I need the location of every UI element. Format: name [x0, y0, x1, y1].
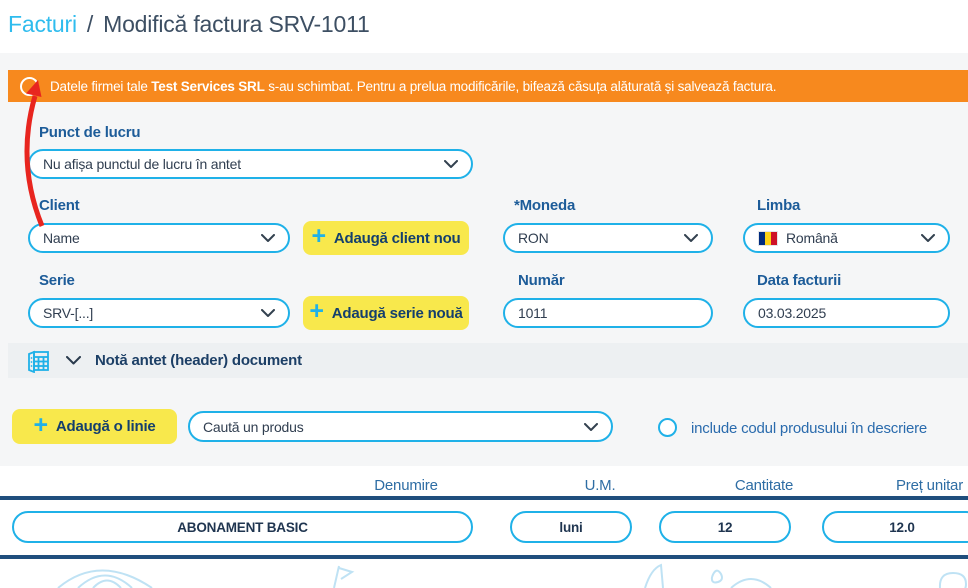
- numar-input[interactable]: 1011: [503, 298, 713, 328]
- company-changed-banner: Datele firmei tale Test Services SRL s-a…: [8, 70, 968, 102]
- chevron-down-icon: [444, 160, 458, 168]
- numar-label: Număr: [518, 272, 565, 289]
- plus-icon: +: [309, 299, 323, 324]
- breadcrumb-facturi-link[interactable]: Facturi: [8, 11, 77, 38]
- include-product-code-radio[interactable]: [658, 418, 677, 437]
- column-header-um: U.M.: [585, 477, 616, 494]
- page-title: Modifică factura SRV-1011: [103, 11, 369, 38]
- row-denumire-input[interactable]: ABONAMENT BASIC: [12, 511, 473, 543]
- row-pret-unitar-input[interactable]: 12.0: [822, 511, 968, 543]
- column-header-pret-unitar: Preț unitar: [896, 477, 963, 494]
- invoice-edit-page: Facturi / Modifică factura SRV-1011 Date…: [0, 0, 968, 588]
- table-row-divider: [0, 555, 968, 559]
- client-select[interactable]: Name: [28, 223, 290, 253]
- serie-label: Serie: [39, 272, 75, 289]
- add-line-button[interactable]: + Adaugă o linie: [12, 409, 177, 444]
- banner-company-name: Test Services SRL: [151, 79, 264, 94]
- add-client-button[interactable]: + Adaugă client nou: [303, 221, 469, 255]
- chevron-down-icon: [584, 423, 598, 431]
- breadcrumb-separator: /: [87, 11, 93, 38]
- limba-label: Limba: [757, 197, 800, 214]
- breadcrumb: Facturi / Modifică factura SRV-1011: [8, 11, 370, 38]
- romania-flag-icon: [758, 231, 778, 246]
- plus-icon: +: [33, 413, 47, 438]
- header-note-label: Notă antet (header) document: [95, 352, 302, 369]
- plus-icon: +: [311, 224, 325, 249]
- chevron-down-icon: [684, 234, 698, 242]
- column-header-denumire: Denumire: [374, 477, 437, 494]
- column-header-cantitate: Cantitate: [735, 477, 793, 494]
- client-label: Client: [39, 197, 79, 214]
- product-search-select[interactable]: Caută un produs: [188, 411, 613, 442]
- chevron-down-icon: [261, 234, 275, 242]
- chevron-down-icon: [261, 309, 275, 317]
- chevron-down-icon: [66, 356, 81, 365]
- chevron-down-icon: [921, 234, 935, 242]
- limba-select[interactable]: Română: [743, 223, 950, 253]
- moneda-label: *Moneda: [514, 197, 575, 214]
- punct-de-lucru-select[interactable]: Nu afișa punctul de lucru în antet: [28, 149, 473, 179]
- banner-checkbox[interactable]: [20, 77, 39, 96]
- header-note-bar[interactable]: Notă antet (header) document: [8, 343, 968, 378]
- data-facturii-input[interactable]: 03.03.2025: [743, 298, 950, 328]
- document-table-icon: [26, 349, 52, 373]
- row-um-input[interactable]: luni: [510, 511, 632, 543]
- moneda-select[interactable]: RON: [503, 223, 713, 253]
- serie-select[interactable]: SRV-[...]: [28, 298, 290, 328]
- punct-de-lucru-label: Punct de lucru: [39, 124, 140, 141]
- add-serie-button[interactable]: + Adaugă serie nouă: [303, 296, 469, 330]
- include-product-code-label: include codul produsului în descriere: [691, 420, 927, 437]
- table-header-divider: [0, 496, 968, 500]
- data-facturii-label: Data facturii: [757, 272, 841, 289]
- banner-text: Datele firmei tale Test Services SRL s-a…: [50, 79, 776, 94]
- row-cantitate-input[interactable]: 12: [659, 511, 791, 543]
